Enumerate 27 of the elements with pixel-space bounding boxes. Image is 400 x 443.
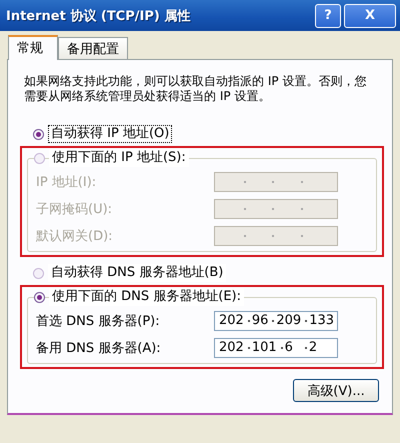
radio-label[interactable]: 自动获得 IP 地址(O) <box>48 125 172 143</box>
radio-button[interactable] <box>33 268 44 278</box>
tab[interactable]: 常规 <box>8 35 58 60</box>
close-button[interactable]: X <box>344 4 396 28</box>
field-label: 首选 DNS 服务器(P): <box>36 312 160 330</box>
ip-octet: 96 <box>252 313 268 328</box>
tab[interactable]: 备用配置 <box>58 37 128 59</box>
help-button[interactable]: ? <box>315 4 341 28</box>
advanced-button[interactable]: 高级(V)... <box>293 379 379 402</box>
ip-octet: 2 <box>308 340 318 355</box>
field-label: 备用 DNS 服务器(A): <box>36 340 161 356</box>
ip-octet: 202 <box>219 313 244 328</box>
radio-button[interactable] <box>34 152 45 164</box>
ip-octet: 133 <box>309 313 334 328</box>
ip-address-field[interactable]: 202 101 6 2 <box>214 338 338 358</box>
ip-octet: 209 <box>276 313 302 328</box>
window-title: Internet 协议 (TCP/IP) 属性 <box>6 8 192 24</box>
field-label: 默认网关(D): <box>36 228 113 244</box>
radio-button[interactable] <box>33 128 44 140</box>
ip-octet: 6 <box>284 340 293 355</box>
ip-octet: 101 <box>252 340 277 355</box>
description-text: 如果网络支持此功能，则可以获取自动指派的 IP 设置。否则，您需要从网络系统管理员处获得适当的 IP 设置。 <box>23 74 368 104</box>
ip-address-field[interactable]: 202 96 209 133 <box>214 310 338 330</box>
radio-button[interactable] <box>34 292 45 302</box>
ip-octet: 202 <box>219 340 244 355</box>
field-label: IP 地址(I): <box>36 174 96 190</box>
field-label: 子网掩码(U): <box>36 200 112 218</box>
